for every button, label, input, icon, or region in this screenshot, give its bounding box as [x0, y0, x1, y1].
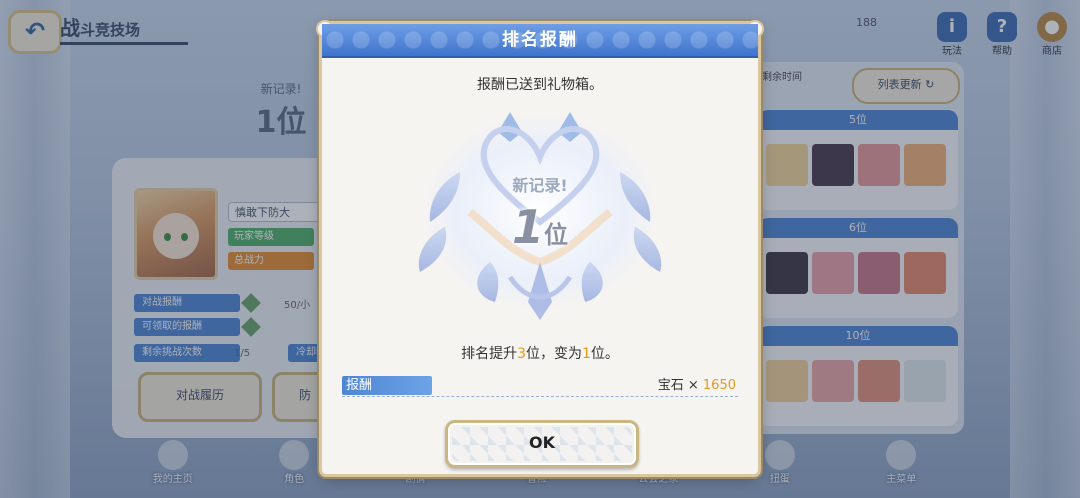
reward-row: 报酬 宝石 × 1650	[342, 376, 738, 397]
rank-number: 1	[511, 200, 544, 254]
reward-value: 宝石 × 1650	[657, 378, 736, 393]
dialog-title: 排名报酬	[502, 30, 578, 50]
rank-unit: 位	[544, 221, 568, 249]
reward-label: 报酬	[342, 376, 432, 395]
rank-up-amount: 3	[517, 346, 526, 362]
sent-to-giftbox-message: 报酬已送到礼物箱。	[477, 77, 603, 93]
new-rank-display: 1位	[322, 200, 758, 254]
new-record-label: 新记录!	[512, 176, 568, 195]
new-rank-value: 1	[582, 346, 591, 362]
reward-amount: 1650	[702, 378, 736, 393]
ok-button[interactable]: OK	[445, 420, 639, 468]
rank-change-message: 排名提升3位，变为1位。	[461, 346, 619, 362]
reward-item-name: 宝石	[657, 378, 684, 393]
rank-reward-dialog: 排名报酬 报酬已送到礼物箱。 新记录! 1位 排名提升3位，变为1位。 报酬 宝…	[316, 20, 764, 474]
ok-button-label: OK	[529, 433, 555, 452]
